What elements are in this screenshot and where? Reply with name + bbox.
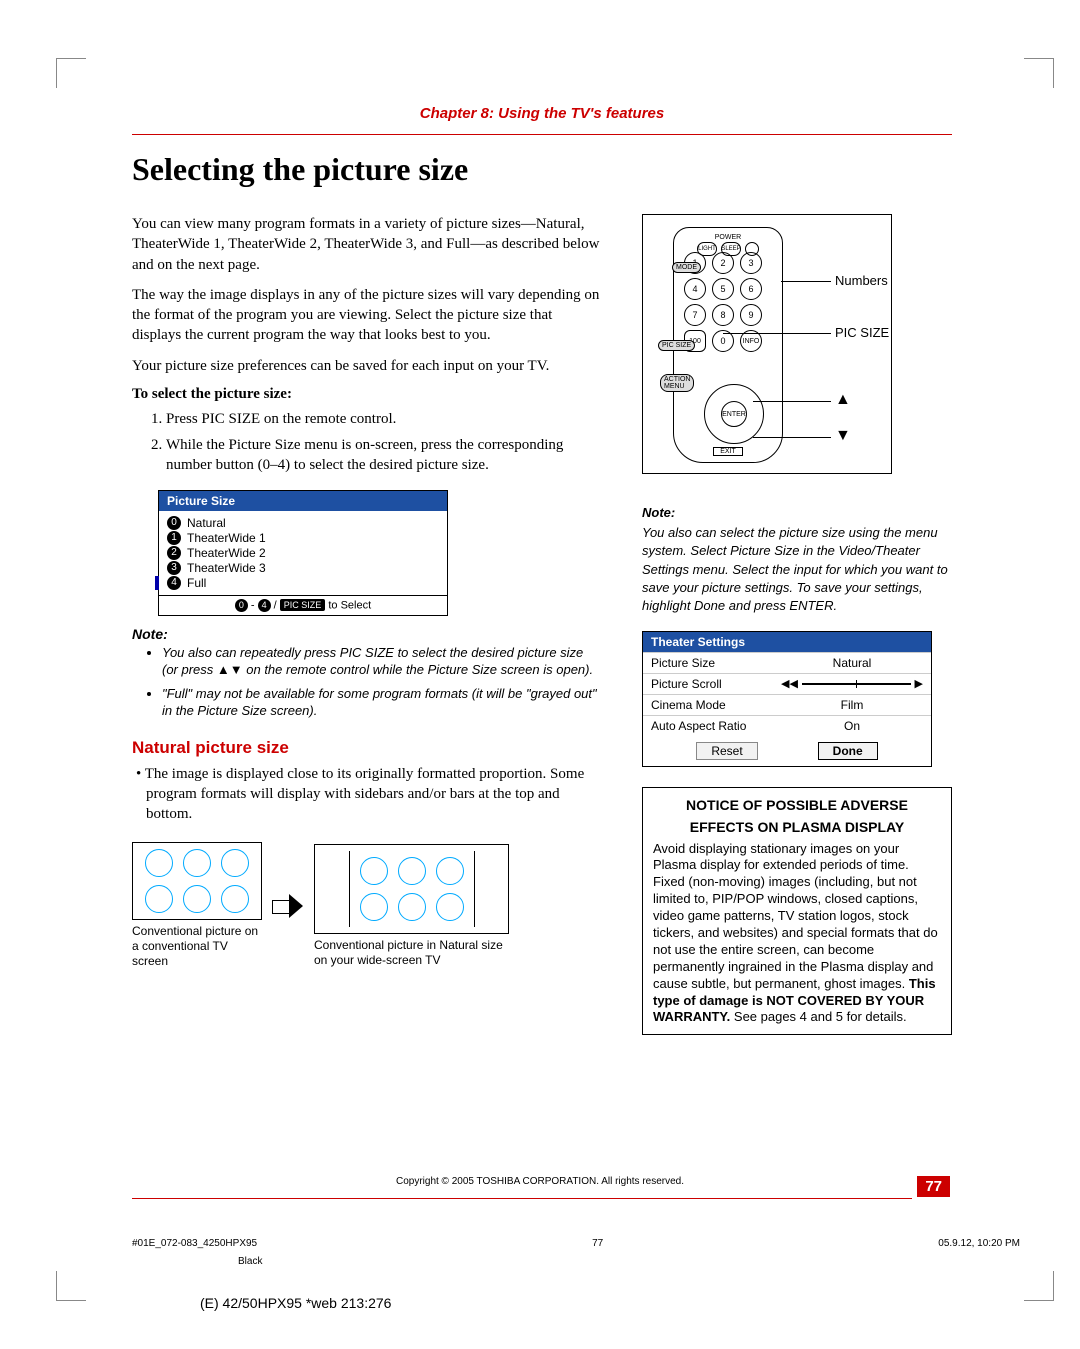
osd-slider: ◀◀▶ bbox=[773, 674, 931, 694]
osd-row-label: Cinema Mode bbox=[643, 695, 773, 715]
crop-mark bbox=[1024, 1271, 1054, 1301]
osd-footer: 0 - 4 / PIC SIZE to Select bbox=[159, 595, 447, 615]
subsection-heading: Natural picture size bbox=[132, 738, 602, 758]
note-heading: Note: bbox=[132, 626, 602, 642]
preflight-color: Black bbox=[238, 1256, 262, 1267]
osd-item-label: Natural bbox=[187, 516, 226, 530]
power-label: POWER bbox=[674, 234, 782, 241]
preflight-timestamp: 05.9.12, 10:20 PM bbox=[938, 1238, 1020, 1249]
notice-heading: NOTICE OF POSSIBLE ADVERSE bbox=[653, 796, 941, 814]
notice-body: Avoid displaying stationary images on yo… bbox=[653, 841, 938, 991]
osd-row-value: On bbox=[773, 716, 931, 736]
osd-row-label: Picture Scroll bbox=[643, 674, 773, 694]
callout-picsize: PIC SIZE bbox=[835, 325, 889, 340]
note-item: "Full" may not be available for some pro… bbox=[162, 685, 602, 720]
intro-paragraph: You can view many program formats in a v… bbox=[132, 214, 602, 275]
picsize-pill-icon: PIC SIZE bbox=[658, 340, 695, 351]
num-button: 9 bbox=[740, 304, 762, 326]
osd-number-badge: 4 bbox=[167, 576, 181, 590]
step: While the Picture Size menu is on-screen… bbox=[166, 435, 602, 476]
osd-row-value: Natural bbox=[773, 653, 931, 673]
enter-button-icon: ENTER bbox=[721, 401, 747, 427]
osd-row-label: Picture Size bbox=[643, 653, 773, 673]
page-title: Selecting the picture size bbox=[132, 151, 952, 188]
page-number: 77 bbox=[917, 1176, 950, 1197]
crop-mark bbox=[56, 58, 86, 88]
osd-title: Picture Size bbox=[159, 491, 447, 511]
figure-caption: Conventional picture in Natural size on … bbox=[314, 938, 509, 968]
callout-up-arrow-icon: ▲ bbox=[835, 391, 851, 409]
procedure-steps: Press PIC SIZE on the remote control. Wh… bbox=[166, 409, 602, 476]
osd-number-badge: 3 bbox=[167, 561, 181, 575]
remote-illustration: POWER LIGHT SLEEP 123 456 789 1000INFO M… bbox=[642, 214, 892, 474]
preflight-file: #01E_072-083_4250HPX95 bbox=[132, 1238, 257, 1249]
note-list: You also can repeatedly press PIC SIZE t… bbox=[162, 644, 602, 720]
osd-number-badge: 2 bbox=[167, 546, 181, 560]
osd-title: Theater Settings bbox=[643, 632, 931, 652]
notice-heading: EFFECTS ON PLASMA DISPLAY bbox=[653, 818, 941, 836]
tv-illustration-4x3 bbox=[132, 842, 262, 920]
osd-item-label: TheaterWide 3 bbox=[187, 561, 266, 575]
subsection-body: • The image is displayed close to its or… bbox=[146, 764, 602, 825]
osd-item-label: TheaterWide 2 bbox=[187, 546, 266, 560]
notice-body: See pages 4 and 5 for details. bbox=[730, 1009, 906, 1024]
chapter-header: Chapter 8: Using the TV's features bbox=[132, 105, 952, 122]
reset-button: Reset bbox=[696, 742, 757, 760]
num-button: 8 bbox=[712, 304, 734, 326]
osd-number-badge: 0 bbox=[167, 516, 181, 530]
book-signature: (E) 42/50HPX95 *web 213:276 bbox=[200, 1295, 391, 1311]
num-button: 5 bbox=[712, 278, 734, 300]
num-button: 7 bbox=[684, 304, 706, 326]
action-menu-pill-icon: ACTION MENU bbox=[660, 374, 694, 392]
tv-illustration-wide bbox=[314, 844, 509, 934]
picture-size-osd: Picture Size 0 Natural 1 TheaterWide 1 2 Th… bbox=[158, 490, 448, 616]
dpad: ENTER bbox=[704, 384, 764, 444]
intro-paragraph: The way the image displays in any of the… bbox=[132, 285, 602, 346]
preflight-info: #01E_072-083_4250HPX95 77 05.9.12, 10:20… bbox=[132, 1238, 1020, 1249]
crop-mark bbox=[56, 1271, 86, 1301]
crop-mark bbox=[1024, 58, 1054, 88]
osd-row-label: Auto Aspect Ratio bbox=[643, 716, 773, 736]
arrow-icon bbox=[272, 894, 304, 918]
procedure-heading: To select the picture size: bbox=[132, 386, 602, 403]
osd-row-value: Film bbox=[773, 695, 931, 715]
figure-row: Conventional picture on a conventional T… bbox=[132, 842, 602, 969]
mode-pill-icon: MODE bbox=[672, 262, 701, 273]
side-note: Note: You also can select the picture si… bbox=[642, 504, 952, 615]
osd-item-label: Full bbox=[187, 576, 206, 590]
num-button: 4 bbox=[684, 278, 706, 300]
note-heading: Note: bbox=[642, 504, 952, 522]
step: Press PIC SIZE on the remote control. bbox=[166, 409, 602, 429]
exit-button-icon: EXIT bbox=[713, 447, 743, 456]
osd-number-badge: 1 bbox=[167, 531, 181, 545]
callout-numbers: Numbers bbox=[835, 273, 888, 288]
picsize-pill-icon: PIC SIZE bbox=[280, 599, 326, 611]
note-item: You also can repeatedly press PIC SIZE t… bbox=[162, 644, 602, 679]
note-body: You also can select the picture size usi… bbox=[642, 525, 948, 613]
preflight-page: 77 bbox=[592, 1238, 603, 1249]
callout-down-arrow-icon: ▼ bbox=[835, 427, 851, 445]
num-button: 6 bbox=[740, 278, 762, 300]
divider bbox=[132, 1198, 912, 1199]
done-button: Done bbox=[818, 742, 878, 760]
num-button: 2 bbox=[712, 252, 734, 274]
theater-settings-osd: Theater Settings Picture SizeNatural Pic… bbox=[642, 631, 932, 767]
osd-item-label: TheaterWide 1 bbox=[187, 531, 266, 545]
figure-caption: Conventional picture on a conventional T… bbox=[132, 924, 262, 969]
warranty-notice: NOTICE OF POSSIBLE ADVERSE EFFECTS ON PL… bbox=[642, 787, 952, 1035]
intro-paragraph: Your picture size preferences can be sav… bbox=[132, 356, 602, 376]
divider bbox=[132, 134, 952, 135]
num-button: 3 bbox=[740, 252, 762, 274]
